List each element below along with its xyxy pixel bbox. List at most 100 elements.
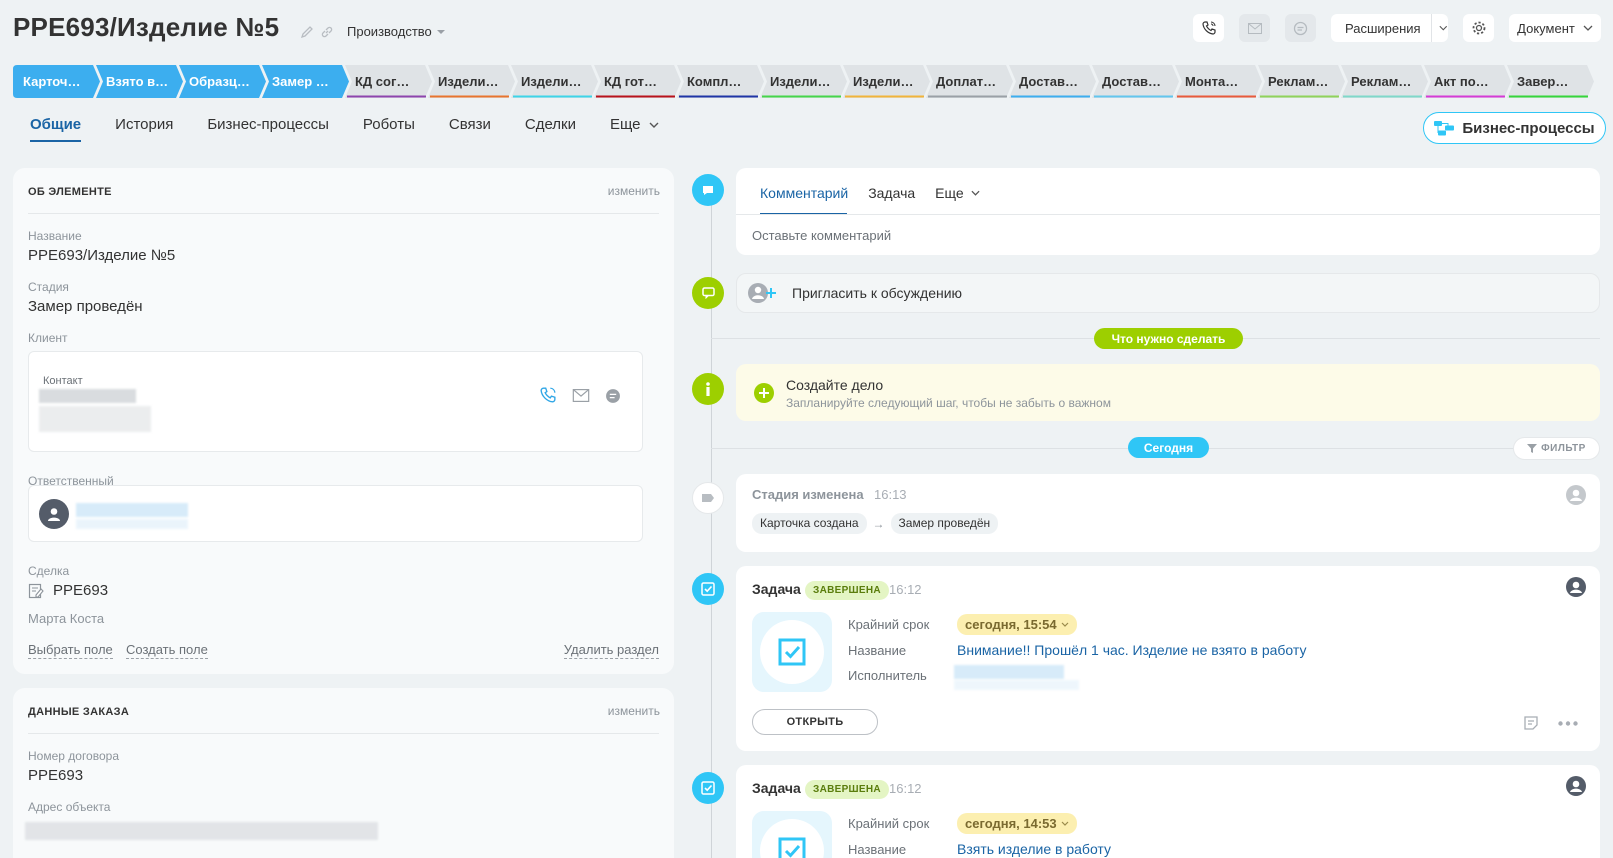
- comment-tab-1[interactable]: Комментарий: [760, 185, 848, 201]
- stage-1[interactable]: Карточ…: [13, 65, 100, 98]
- responsible-detail-redacted: [76, 519, 188, 529]
- open-task-button[interactable]: ОТКРЫТЬ: [752, 709, 878, 735]
- stage-label: Взято в…: [106, 74, 169, 89]
- stage-value: Замер проведён: [28, 298, 143, 315]
- stage-label: Стадия: [28, 280, 69, 294]
- business-processes-button[interactable]: Бизнес-процессы: [1423, 112, 1606, 144]
- filter-icon: [1527, 444, 1538, 453]
- tab-3[interactable]: Бизнес-процессы: [190, 112, 346, 142]
- stage-6[interactable]: Издели…: [428, 65, 515, 98]
- client-label: Клиент: [28, 331, 68, 345]
- stage-8[interactable]: КД гот…: [594, 65, 681, 98]
- stage-2[interactable]: Взято в…: [96, 65, 183, 98]
- stage-4[interactable]: Замер …: [262, 65, 349, 98]
- create-field-link[interactable]: Создать поле: [126, 642, 208, 659]
- stage-5[interactable]: КД сог…: [345, 65, 432, 98]
- tab-4[interactable]: Роботы: [346, 112, 432, 142]
- task-name-link[interactable]: Внимание!! Прошёл 1 час. Изделие не взят…: [957, 642, 1306, 658]
- stage-label: Реклам…: [1268, 74, 1329, 89]
- stage-14[interactable]: Достав…: [1092, 65, 1179, 98]
- more-icon[interactable]: [1558, 721, 1578, 726]
- chat-button[interactable]: [1285, 14, 1316, 42]
- stage-17[interactable]: Реклам…: [1341, 65, 1428, 98]
- address-redacted: [25, 822, 378, 840]
- delete-section-link[interactable]: Удалить раздел: [563, 642, 659, 659]
- order-edit-link[interactable]: изменить: [608, 704, 660, 718]
- todo-pill: Что нужно сделать: [1094, 328, 1243, 349]
- executor-redacted[interactable]: [954, 665, 1064, 679]
- stage-label: Издели…: [770, 74, 831, 89]
- pencil-icon[interactable]: [300, 25, 314, 39]
- contact-phone-icon[interactable]: [540, 387, 556, 403]
- settings-button[interactable]: [1463, 14, 1494, 42]
- chevron-down-icon: [1061, 622, 1069, 627]
- task-checkbox-icon: [778, 837, 806, 858]
- stage-13[interactable]: Достав…: [1009, 65, 1096, 98]
- divider: [28, 733, 659, 734]
- chevron-down-icon: [1439, 25, 1448, 31]
- responsible-name-redacted[interactable]: [76, 503, 188, 517]
- stage-15[interactable]: Монта…: [1175, 65, 1262, 98]
- document-button[interactable]: Документ: [1509, 14, 1601, 42]
- stage-18[interactable]: Акт по…: [1424, 65, 1511, 98]
- stage-16[interactable]: Реклам…: [1258, 65, 1345, 98]
- stage-3[interactable]: Образц…: [179, 65, 266, 98]
- email-button[interactable]: [1239, 14, 1270, 42]
- comment-input[interactable]: Оставьте комментарий: [752, 228, 891, 243]
- document-label: Документ: [1517, 20, 1575, 36]
- stage-change-chips: Карточка создана → Замер проведён: [752, 513, 999, 534]
- stage-label: Реклам…: [1351, 74, 1412, 89]
- contract-label: Номер договора: [28, 749, 119, 763]
- phone-icon: [1201, 21, 1216, 35]
- chevron-down-icon: [971, 190, 980, 196]
- arrow-right-icon: →: [872, 516, 885, 531]
- stage-7[interactable]: Издели…: [511, 65, 598, 98]
- user-avatar-icon[interactable]: [1566, 577, 1586, 597]
- name-label: Название: [28, 229, 82, 243]
- invite-panel[interactable]: Пригласить к обсуждению: [736, 273, 1600, 313]
- deal-label: Сделка: [28, 564, 70, 578]
- deadline-badge[interactable]: сегодня, 15:54: [957, 614, 1077, 635]
- contact-email-icon[interactable]: [572, 389, 590, 402]
- call-button[interactable]: [1193, 14, 1224, 42]
- stage-bar: Карточ… Взято в… Образц… Замер … КД сог… Изде…: [13, 65, 1594, 98]
- stage-19[interactable]: Завер…: [1507, 65, 1594, 98]
- stage-9[interactable]: Компл…: [677, 65, 764, 98]
- task-title: Задача: [752, 780, 801, 796]
- task-name-link[interactable]: Взять изделие в работу: [957, 841, 1111, 857]
- stage-11[interactable]: Издели…: [843, 65, 930, 98]
- deadline-value: сегодня, 14:53: [965, 816, 1057, 831]
- stage-label: Замер …: [272, 74, 329, 89]
- about-heading: ОБ ЭЛЕМЕНТЕ: [28, 186, 112, 198]
- stage-label: Монта…: [1185, 74, 1239, 89]
- category-selector[interactable]: Производство: [347, 24, 445, 39]
- about-edit-link[interactable]: изменить: [608, 184, 660, 198]
- deadline-badge[interactable]: сегодня, 14:53: [957, 813, 1077, 834]
- link-icon[interactable]: [320, 25, 334, 39]
- to-stage-chip: Замер проведён: [890, 513, 999, 534]
- tab-7[interactable]: Еще: [593, 112, 676, 142]
- deal-link[interactable]: PPE693: [28, 582, 108, 599]
- task-item: Задача ЗАВЕРШЕНА 16:12 Крайний срок сего…: [736, 566, 1600, 751]
- note-icon[interactable]: [1523, 715, 1539, 731]
- tab-2[interactable]: История: [98, 112, 190, 142]
- user-avatar-icon[interactable]: [1566, 776, 1586, 796]
- stage-label: Акт по…: [1434, 74, 1489, 89]
- task-icon: [692, 573, 724, 605]
- extensions-button[interactable]: Расширения: [1331, 14, 1448, 42]
- filter-button[interactable]: ФИЛЬТР: [1513, 437, 1600, 460]
- stage-label: Карточ…: [23, 74, 81, 89]
- tab-5[interactable]: Связи: [432, 112, 508, 142]
- comment-tab-3[interactable]: Еще: [935, 185, 980, 201]
- select-field-link[interactable]: Выбрать поле: [28, 642, 113, 659]
- contact-chat-icon[interactable]: [605, 388, 621, 404]
- today-pill: Сегодня: [1128, 437, 1209, 458]
- stage-change-time: 16:13: [874, 487, 907, 502]
- tab-1[interactable]: Общие: [13, 112, 98, 142]
- stage-12[interactable]: Доплат…: [926, 65, 1013, 98]
- create-activity-panel[interactable]: Создайте дело Запланируйте следующий шаг…: [736, 364, 1600, 421]
- comment-tab-2[interactable]: Задача: [868, 185, 915, 201]
- user-avatar-icon[interactable]: [1566, 485, 1586, 505]
- stage-10[interactable]: Издели…: [760, 65, 847, 98]
- tab-6[interactable]: Сделки: [508, 112, 593, 142]
